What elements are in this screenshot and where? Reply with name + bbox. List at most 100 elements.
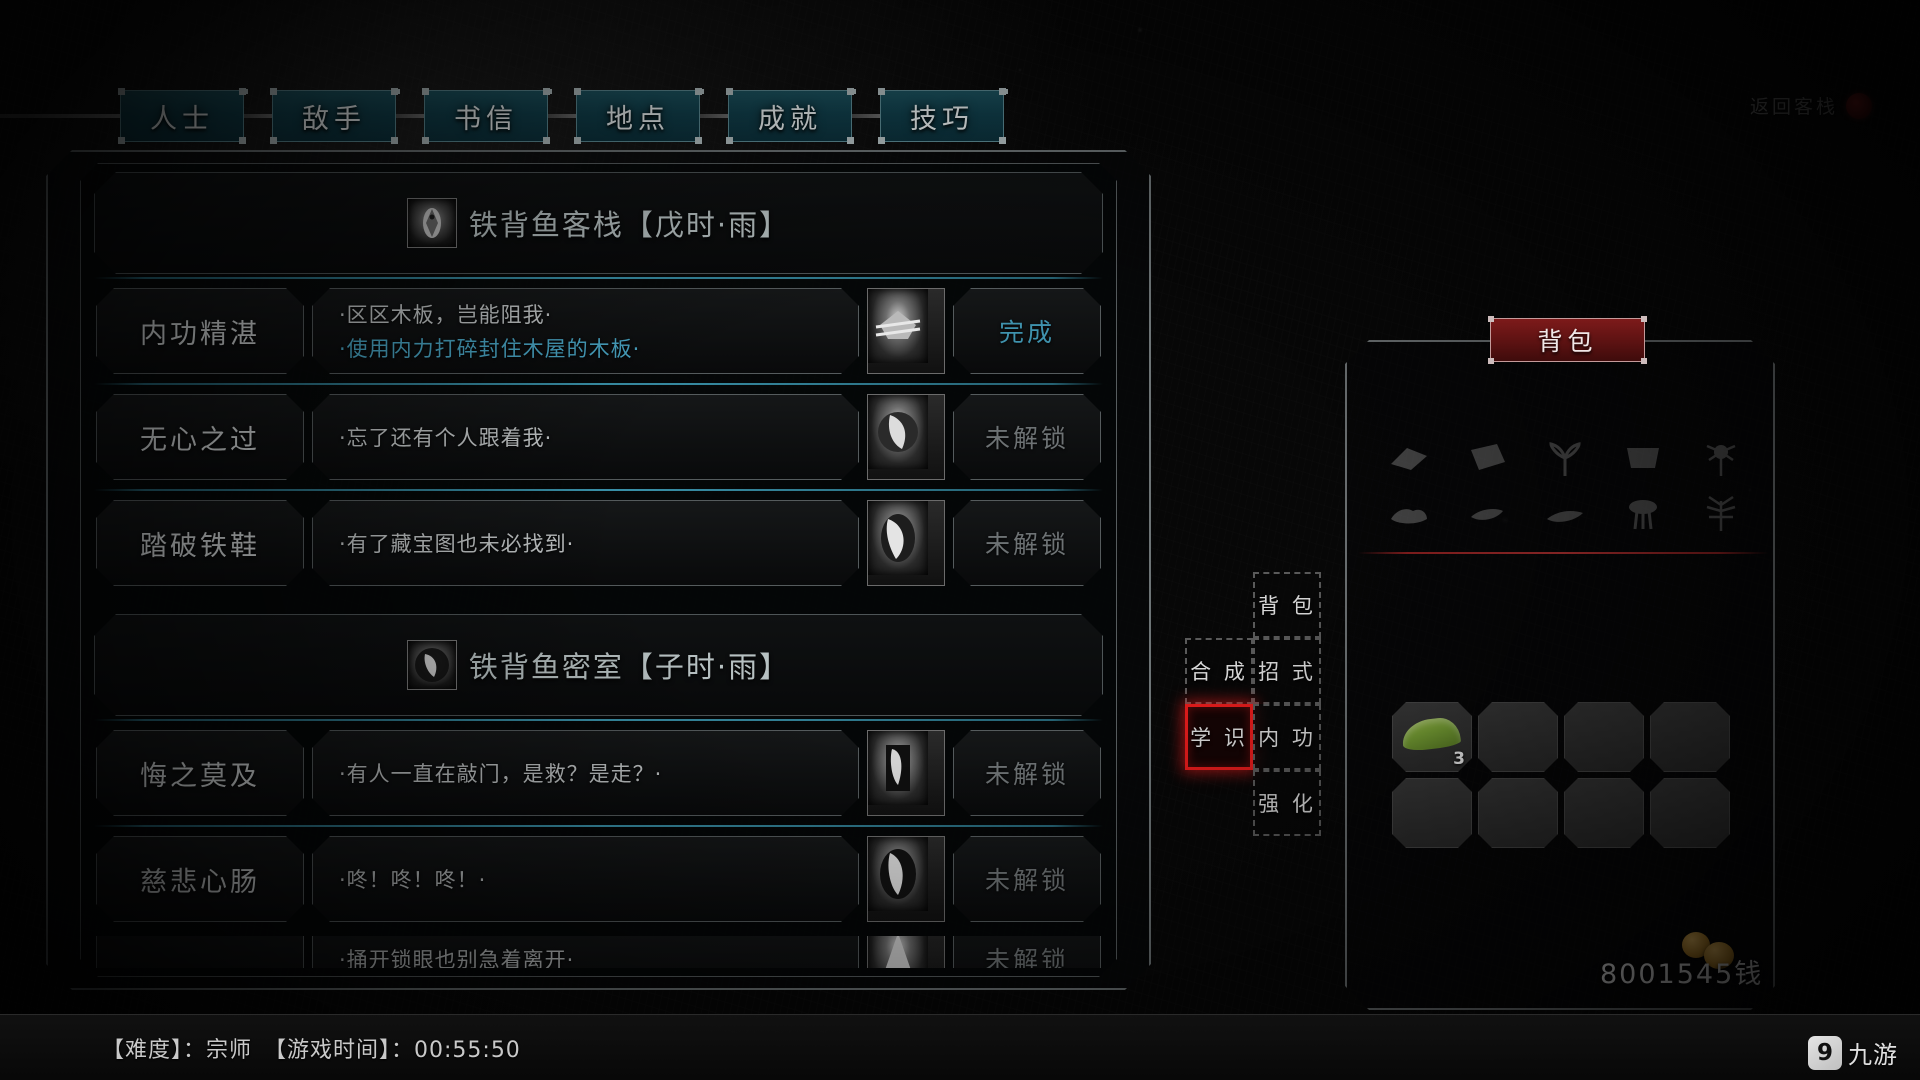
menu-label: 强 化 (1258, 792, 1316, 816)
achievement-status-badge: 未解锁 (953, 730, 1101, 816)
tab-locations[interactable]: 地点 (574, 88, 702, 144)
return-to-inn-button[interactable]: 返回客栈 (1750, 92, 1872, 119)
inventory-silhouette-row (1370, 430, 1760, 540)
tab-rule (396, 114, 424, 118)
watermark-text: 九游 (1848, 1041, 1898, 1069)
achievement-list[interactable]: 铁背鱼客栈【戊时·雨】 内功精湛 ·区区木板，岂能阻我· ·使用内力打碎封住木屋… (94, 172, 1103, 968)
achievement-description: ·咚！咚！咚！· (312, 836, 859, 922)
achievement-row[interactable]: ·捅开锁眼也别急着离开· 未解锁 (94, 936, 1103, 968)
achievement-title: 慈悲心肠 (96, 836, 304, 922)
menu-label: 背 包 (1258, 594, 1316, 618)
tab-rule (548, 114, 576, 118)
tab-rule (700, 114, 728, 118)
inventory-slot[interactable] (1650, 778, 1730, 848)
game-screen: 人士 敌手 书信 地点 成就 技巧 返回客栈 铁背鱼客栈【戊时·雨】 内功精湛 … (0, 0, 1920, 1080)
achievement-row[interactable]: 悔之莫及 ·有人一直在敲门，是救？是走？· 未解锁 (94, 719, 1103, 822)
fish-crest-icon (407, 198, 457, 248)
achievement-title: 内功精湛 (96, 288, 304, 374)
green-gourd-icon (1401, 716, 1462, 752)
achievement-description: ·捅开锁眼也别急着离开· (312, 936, 859, 968)
mushroom-icon (1629, 499, 1657, 529)
inventory-slot[interactable] (1392, 778, 1472, 848)
inventory-banner[interactable]: 背包 (1488, 316, 1647, 364)
bottom-status-bar: 【难度】：宗师 【游戏时间】：00:55:50 9 九游 (0, 1014, 1920, 1080)
menu-inner-power[interactable]: 内 功 (1253, 704, 1321, 770)
tab-label: 技巧 (910, 103, 974, 135)
menu-craft[interactable]: 合 成 (1185, 638, 1253, 704)
section-title: 铁背鱼密室【子时·雨】 (468, 650, 791, 684)
flower-icon (1706, 444, 1736, 476)
achievement-title: 踏破铁鞋 (96, 500, 304, 586)
achievement-status-badge: 完成 (953, 288, 1101, 374)
inventory-slot[interactable] (1478, 702, 1558, 772)
achievement-title (96, 936, 304, 968)
treasure-map-icon (867, 500, 945, 586)
root-icon (1547, 510, 1583, 522)
achievement-row[interactable]: 慈悲心肠 ·咚！咚！咚！· 未解锁 (94, 825, 1103, 928)
inventory-banner-label: 背包 (1537, 327, 1598, 356)
tab-achievements[interactable]: 成就 (726, 88, 854, 144)
tab-label: 成就 (758, 103, 822, 135)
side-menu-grid: 背 包 合 成 招 式 学 识 内 功 强 化 (1185, 572, 1325, 836)
achievement-description: ·有了藏宝图也未必找到· (312, 500, 859, 586)
achievement-title: 无心之过 (96, 394, 304, 480)
section-header: 铁背鱼密室【子时·雨】 (94, 614, 1103, 716)
achievement-status-badge: 未解锁 (953, 500, 1101, 586)
inventory-divider (1358, 552, 1768, 554)
achievement-description: ·忘了还有个人跟着我· (312, 394, 859, 480)
achievement-desc-line: ·忘了还有个人跟着我· (339, 426, 553, 450)
menu-label: 学 识 (1190, 726, 1248, 750)
tab-skills[interactable]: 技巧 (878, 88, 1006, 144)
inventory-slot[interactable] (1564, 702, 1644, 772)
secret-room-icon (407, 640, 457, 690)
tab-rule (852, 114, 880, 118)
tab-label: 人士 (150, 103, 214, 135)
lockpick-icon (867, 936, 945, 968)
fern-icon (1706, 495, 1736, 531)
hide-pelt-icon (1625, 445, 1661, 470)
money-amount: 8001545钱 (1600, 959, 1764, 990)
inventory-slot-grid: 3 (1392, 702, 1736, 850)
achievement-title: 悔之莫及 (96, 730, 304, 816)
achievement-status-badge: 未解锁 (953, 836, 1101, 922)
inventory-slot[interactable] (1564, 778, 1644, 848)
watermark: 9 九游 (1808, 1035, 1898, 1070)
tab-enemies[interactable]: 敌手 (270, 88, 398, 144)
menu-label: 内 功 (1258, 726, 1316, 750)
achievement-status-badge: 未解锁 (953, 394, 1101, 480)
tab-letters[interactable]: 书信 (422, 88, 550, 144)
inventory-slot[interactable] (1478, 778, 1558, 848)
return-badge-icon (1846, 92, 1872, 119)
menu-label: 招 式 (1258, 660, 1316, 684)
menu-enhance[interactable]: 强 化 (1253, 770, 1321, 836)
tab-rule (244, 114, 272, 118)
tab-people[interactable]: 人士 (118, 88, 246, 144)
broken-plank-icon (867, 288, 945, 374)
section-title: 铁背鱼客栈【戊时·雨】 (468, 208, 791, 242)
achievement-row[interactable]: 内功精湛 ·区区木板，岂能阻我· ·使用内力打碎封住木屋的木板· 完成 (94, 277, 1103, 380)
achievement-desc-line: ·区区木板，岂能阻我· (339, 303, 553, 327)
section-header: 铁背鱼客栈【戊时·雨】 (94, 172, 1103, 274)
achievement-row[interactable]: 踏破铁鞋 ·有了藏宝图也未必找到· 未解锁 (94, 489, 1103, 592)
achievement-description: ·区区木板，岂能阻我· ·使用内力打碎封住木屋的木板· (312, 288, 859, 374)
mercy-icon (867, 836, 945, 922)
menu-knowledge[interactable]: 学 识 (1185, 704, 1253, 770)
achievement-panel: 铁背鱼客栈【戊时·雨】 内功精湛 ·区区木板，岂能阻我· ·使用内力打碎封住木屋… (46, 150, 1151, 990)
ore-chunk-icon (1391, 508, 1427, 523)
watermark-mark-icon: 9 (1808, 1035, 1842, 1070)
item-quantity: 3 (1453, 749, 1465, 769)
inventory-slot[interactable]: 3 (1392, 702, 1472, 772)
achievement-desc-line: ·捅开锁眼也别急着离开· (339, 948, 575, 968)
knocking-door-icon (867, 730, 945, 816)
achievement-row[interactable]: 无心之过 ·忘了还有个人跟着我· 未解锁 (94, 383, 1103, 486)
top-tab-bar: 人士 敌手 书信 地点 成就 技巧 (0, 88, 1100, 144)
menu-label: 合 成 (1190, 660, 1248, 684)
tab-label: 敌手 (302, 103, 366, 135)
achievement-desc-line: ·有人一直在敲门，是救？是走？· (339, 762, 663, 786)
status-text: 【难度】：宗师 【游戏时间】：00:55:50 (102, 1037, 521, 1063)
wood-plank-icon (1471, 443, 1505, 470)
achievement-desc-line: ·咚！咚！咚！· (339, 868, 487, 892)
menu-backpack[interactable]: 背 包 (1253, 572, 1321, 638)
menu-moves[interactable]: 招 式 (1253, 638, 1321, 704)
inventory-slot[interactable] (1650, 702, 1730, 772)
